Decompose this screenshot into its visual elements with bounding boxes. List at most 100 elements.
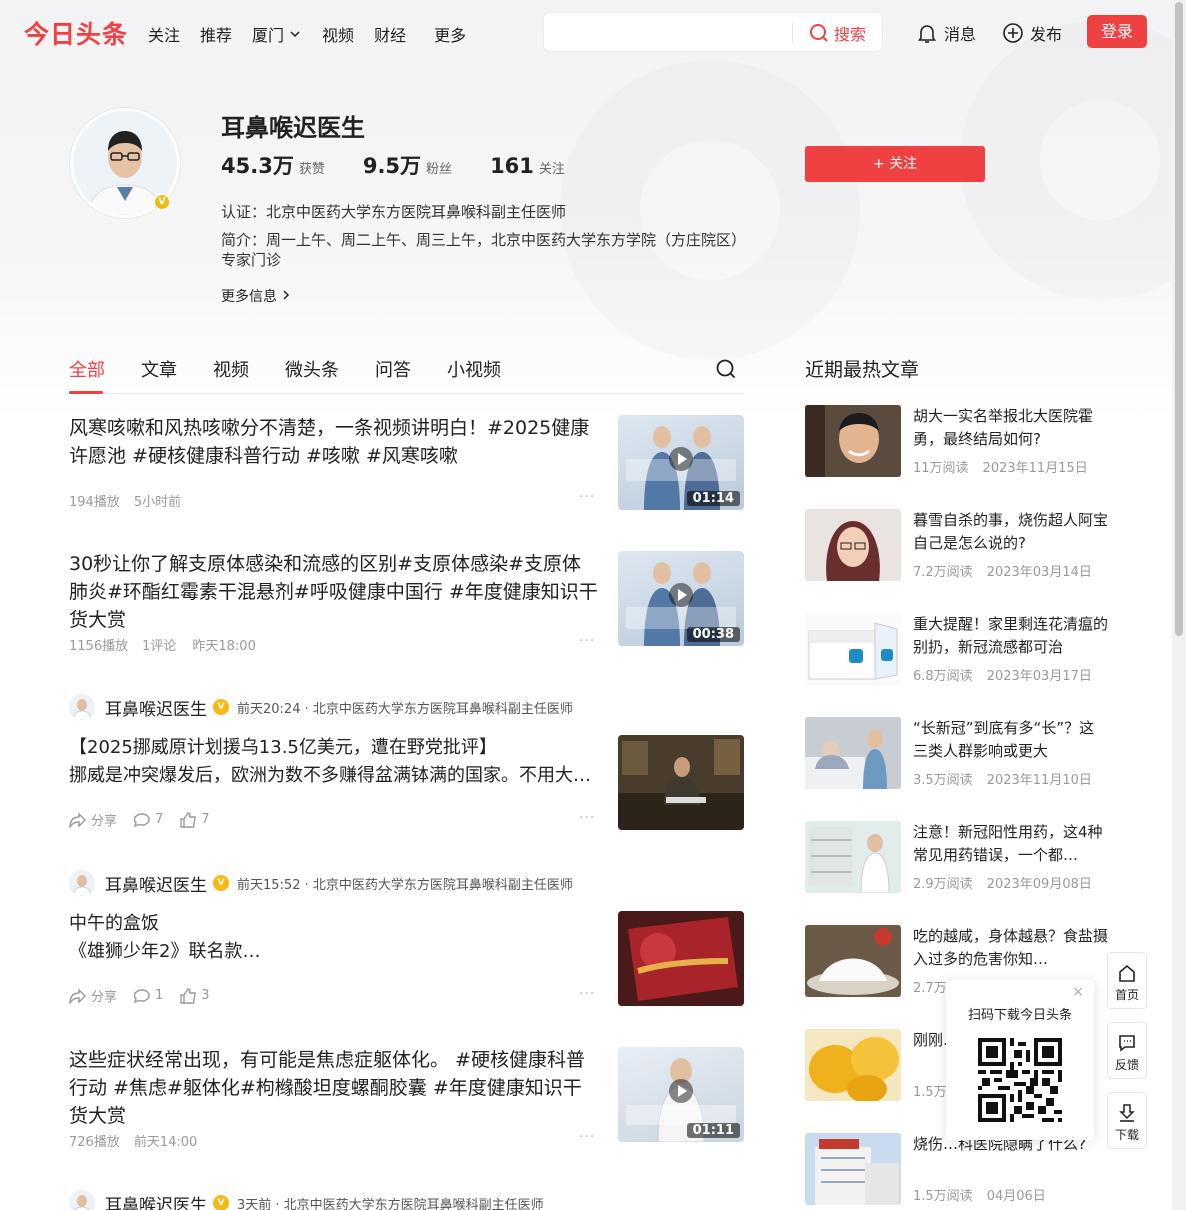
hot-article-item[interactable]: 胡大一实名举报北大医院霍勇，最终结局如何? 11万阅读 2023年11月15日 [805, 405, 1125, 477]
tab-articles[interactable]: 文章 [141, 356, 177, 382]
post-time: 前天14:00 [133, 1135, 198, 1150]
post-meta: 前天20:24 · 北京中医药大学东方医院耳鼻喉科副主任医师 [237, 701, 573, 717]
article-image [805, 405, 901, 477]
post-line: 中午的盒饭 [69, 913, 159, 934]
author-avatar[interactable] [69, 1190, 95, 1210]
tab-qa[interactable]: 问答 [375, 356, 411, 382]
nav-item-video[interactable]: 视频 [322, 22, 354, 46]
active-tab-underline [69, 391, 103, 394]
post-meta: 3天前 · 北京中医药大学东方医院耳鼻喉科副主任医师 [237, 1197, 544, 1210]
nav-item-finance[interactable]: 财经 [374, 22, 406, 46]
lunchbox-photo-icon [618, 911, 744, 1006]
video-thumbnail[interactable]: 00:38 [618, 551, 744, 646]
feed-item[interactable]: 耳鼻喉迟医生 V 前天20:24 · 北京中医药大学东方医院耳鼻喉科副主任医师 … [69, 694, 744, 834]
read-count: 1.5万 [913, 1085, 947, 1100]
feed-item-title[interactable]: 这些症状经常出现，有可能是焦虑症躯体化。 #硬核健康科普行动 #焦虑#躯体化#枸… [69, 1046, 599, 1130]
article-title[interactable]: 吃的越咸，身体越悬？食盐摄入过多的危害你知… [913, 925, 1109, 971]
fans-count: 9.5万 [362, 154, 422, 178]
nav-item-city[interactable]: 厦门 [252, 22, 302, 46]
article-meta: 6.8万阅读 2023年03月17日 [913, 665, 1092, 684]
feed-item-meta: 1156播放 1评论 昨天18:00 [69, 635, 256, 654]
like-button[interactable]: 3 [179, 987, 210, 1004]
more-options-icon[interactable]: ··· [579, 810, 595, 826]
play-count: 726播放 [69, 1135, 120, 1150]
search-button[interactable]: 搜索 [809, 21, 866, 45]
scrollbar-thumb[interactable] [1175, 2, 1183, 636]
nav-item-recommend[interactable]: 推荐 [200, 22, 232, 46]
video-thumbnail[interactable]: 01:14 [618, 415, 744, 510]
post-image[interactable] [618, 911, 744, 1006]
article-title[interactable]: 重大提醒！家里剩连花清瘟的别扔，新冠流感都可治 [913, 613, 1109, 659]
chevron-down-icon [290, 31, 300, 38]
more-info-link[interactable]: 更多信息 [221, 286, 291, 306]
feed-item-title[interactable]: 风寒咳嗽和风热咳嗽分不清楚，一条视频讲明白！#2025健康许愿池 #硬核健康科普… [69, 414, 599, 470]
share-button[interactable]: 分享 [69, 986, 117, 1005]
more-options-icon[interactable]: ··· [579, 986, 595, 1002]
author-name[interactable]: 耳鼻喉迟医生 [105, 695, 207, 720]
feedback-tool-button[interactable]: 反馈 [1107, 1022, 1147, 1079]
post-content[interactable]: 【2025挪威原计划援乌13.5亿美元，遭在野党批评】 挪威是冲突爆发后，欧洲为… [69, 734, 599, 790]
page-scrollbar[interactable] [1172, 0, 1186, 1210]
follow-button[interactable]: + 关注 [805, 146, 985, 182]
article-title[interactable]: 暮雪自杀的事，烧伤超人阿宝自己是怎么说的? [913, 509, 1109, 555]
tab-short-videos[interactable]: 小视频 [447, 356, 501, 382]
author-avatar[interactable] [69, 694, 95, 720]
more-options-icon[interactable]: ··· [579, 1129, 595, 1145]
more-options-icon[interactable]: ··· [579, 633, 595, 649]
article-meta: 7.2万阅读 2023年03月14日 [913, 561, 1092, 580]
feed-item[interactable]: 这些症状经常出现，有可能是焦虑症躯体化。 #硬核健康科普行动 #焦虑#躯体化#枸… [69, 1046, 744, 1156]
feed-item[interactable]: 30秒让你了解支原体感染和流感的区别#支原体感染#支原体肺炎#环酯红霉素干混悬剂… [69, 550, 744, 660]
feed-item[interactable]: 风寒咳嗽和风热咳嗽分不清楚，一条视频讲明白！#2025健康许愿池 #硬核健康科普… [69, 414, 744, 524]
feed-item[interactable]: 耳鼻喉迟医生 V 前天15:52 · 北京中医药大学东方医院耳鼻喉科副主任医师 … [69, 870, 744, 1010]
video-thumbnail[interactable]: 01:11 [618, 1047, 744, 1142]
home-tool-button[interactable]: 首页 [1107, 952, 1147, 1009]
messages-label: 消息 [944, 25, 977, 44]
publish-button[interactable]: 发布 [1002, 21, 1062, 45]
search-input[interactable] [554, 21, 784, 45]
tab-videos[interactable]: 视频 [213, 356, 249, 382]
comment-button[interactable]: 1 [133, 988, 163, 1004]
nav-item-more[interactable]: 更多 [434, 22, 466, 46]
bell-icon [917, 25, 937, 43]
nav-item-follow[interactable]: 关注 [148, 22, 180, 46]
comment-button[interactable]: 7 [133, 812, 163, 828]
hot-article-item[interactable]: 暮雪自杀的事，烧伤超人阿宝自己是怎么说的? 7.2万阅读 2023年03月14日 [805, 509, 1125, 581]
hot-article-item[interactable]: 烧伤…科医院隐瞒了什么? 1.5万阅读 04月06日 [805, 1133, 1125, 1205]
login-button[interactable]: 登录 [1087, 15, 1147, 48]
play-icon [669, 446, 693, 471]
profile-stats: 45.3万 获赞 9.5万 粉丝 161 关注 [221, 150, 603, 180]
author-name[interactable]: 耳鼻喉迟医生 [105, 871, 207, 896]
download-tool-button[interactable]: 下载 [1107, 1092, 1147, 1149]
tab-all[interactable]: 全部 [69, 356, 105, 382]
author-avatar[interactable] [69, 870, 95, 896]
article-title[interactable]: “长新冠”到底有多“长”？这三类人群影响或更大 [913, 717, 1109, 763]
messages-button[interactable]: 消息 [916, 21, 976, 45]
feed-item[interactable]: 耳鼻喉迟医生 V 3天前 · 北京中医药大学东方医院耳鼻喉科副主任医师 [69, 1190, 744, 1210]
search-icon[interactable] [715, 358, 737, 380]
post-line: 【2025挪威原计划援乌13.5亿美元，遭在野党批评】 [69, 737, 497, 758]
post-time: 5小时前 [133, 495, 182, 510]
article-image [805, 1029, 901, 1101]
post-author: 耳鼻喉迟医生 V 前天20:24 · 北京中医药大学东方医院耳鼻喉科副主任医师 [69, 694, 573, 720]
share-label: 分享 [91, 814, 118, 829]
search-button-label: 搜索 [834, 25, 867, 44]
tab-micro-posts[interactable]: 微头条 [285, 356, 339, 382]
more-options-icon[interactable]: ··· [579, 489, 595, 505]
article-title[interactable]: 胡大一实名举报北大医院霍勇，最终结局如何? [913, 405, 1109, 451]
post-image[interactable] [618, 735, 744, 830]
like-button[interactable]: 7 [179, 811, 210, 828]
feed-item-title[interactable]: 30秒让你了解支原体感染和流感的区别#支原体感染#支原体肺炎#环酯红霉素干混悬剂… [69, 550, 599, 634]
hot-article-item[interactable]: 重大提醒！家里剩连花清瘟的别扔，新冠流感都可治 6.8万阅读 2023年03月17… [805, 613, 1125, 685]
close-icon[interactable]: × [1072, 984, 1084, 1000]
article-title[interactable]: 注意！新冠阳性用药，这4种常见用药错误，一个都… [913, 821, 1109, 867]
hot-article-item[interactable]: “长新冠”到底有多“长”？这三类人群影响或更大 3.5万阅读 2023年11月10… [805, 717, 1125, 789]
hot-articles-heading: 近期最热文章 [805, 359, 920, 381]
read-count: 7.2万阅读 [913, 565, 973, 580]
post-content[interactable]: 中午的盒饭 《雄狮少年2》联名款… [69, 910, 599, 966]
content-tabs: 全部 文章 视频 微头条 问答 小视频 [69, 356, 744, 394]
share-button[interactable]: 分享 [69, 810, 117, 829]
hot-article-item[interactable]: 注意！新冠阳性用药，这4种常见用药错误，一个都… 2.9万阅读 2023年09月0… [805, 821, 1125, 893]
site-logo[interactable]: 今日头条 [24, 15, 128, 51]
author-name[interactable]: 耳鼻喉迟医生 [105, 1191, 207, 1210]
thumbs-up-icon [180, 811, 197, 828]
